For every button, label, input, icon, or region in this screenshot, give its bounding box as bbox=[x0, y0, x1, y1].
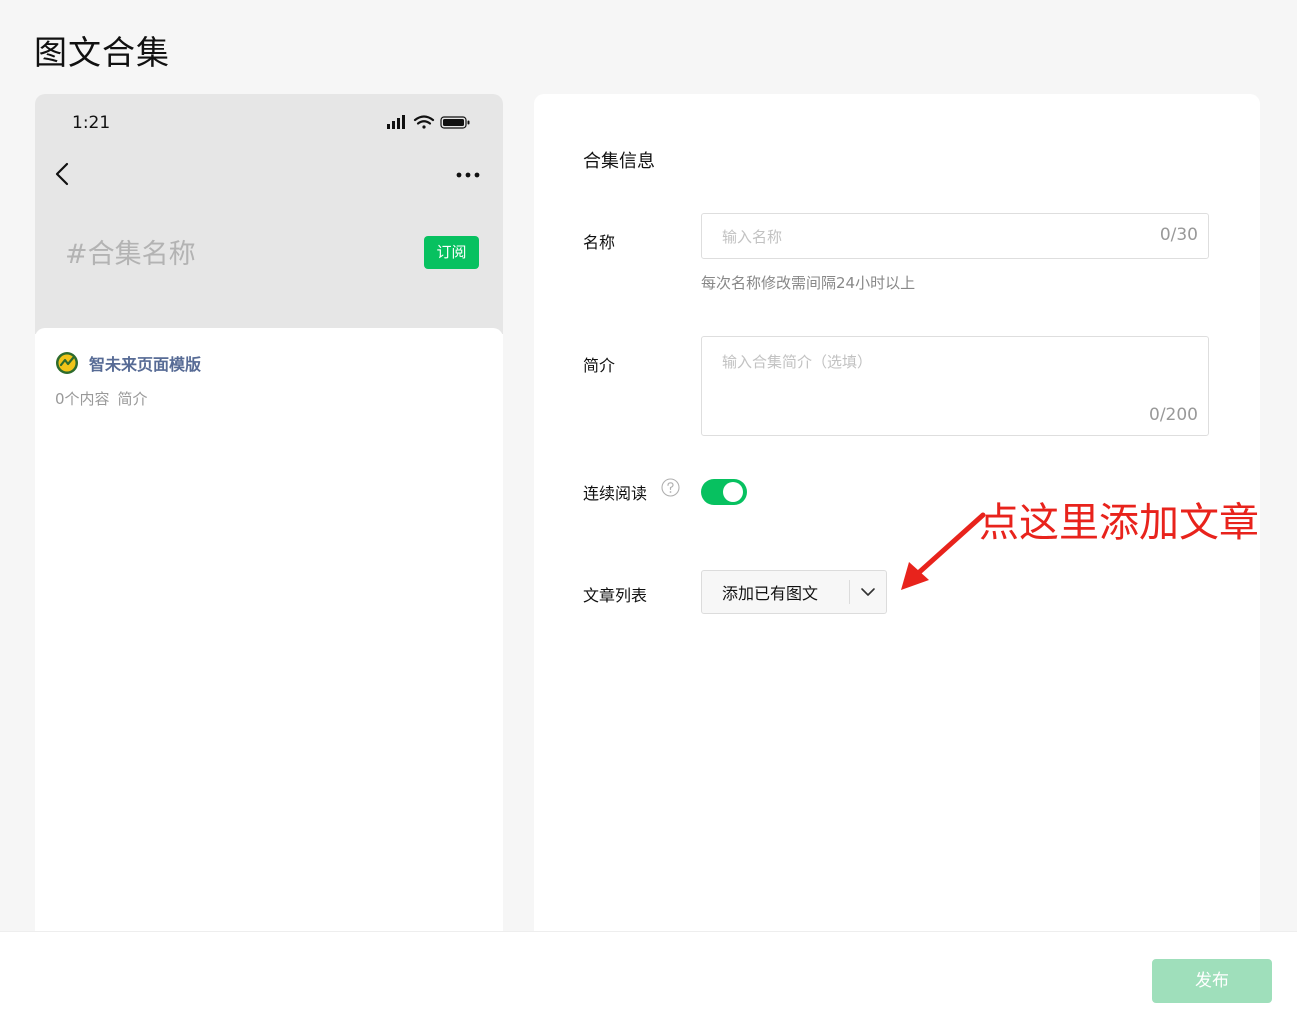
back-icon[interactable] bbox=[53, 162, 73, 186]
intro-label: 简介 bbox=[583, 356, 616, 375]
account-name[interactable]: 智未来页面模版 bbox=[89, 351, 201, 375]
intro-textarea[interactable]: 输入合集简介（选填） 0/200 bbox=[701, 336, 1209, 436]
more-icon[interactable] bbox=[455, 170, 481, 180]
footer-bar: 发布 bbox=[0, 931, 1297, 1018]
collection-name-preview: #合集名称 bbox=[65, 239, 196, 270]
phone-preview: 1:21 #合集名称 订阅 智未来页面模版 0个内容 简介 bbox=[35, 94, 503, 931]
chevron-down-icon[interactable] bbox=[850, 571, 886, 613]
name-placeholder: 输入名称 bbox=[722, 228, 783, 246]
subscribe-button[interactable]: 订阅 bbox=[424, 236, 479, 269]
account-avatar-icon bbox=[56, 352, 78, 374]
publish-button[interactable]: 发布 bbox=[1152, 959, 1272, 1003]
signal-icon bbox=[387, 115, 405, 129]
continuous-read-toggle[interactable] bbox=[701, 479, 747, 505]
name-input[interactable]: 输入名称 0/30 bbox=[701, 213, 1209, 259]
wifi-icon bbox=[413, 115, 435, 129]
name-counter: 0/30 bbox=[1159, 225, 1198, 245]
collection-meta: 0个内容 简介 bbox=[55, 388, 148, 409]
account-row: 智未来页面模版 bbox=[55, 350, 201, 376]
annotation-arrow-icon bbox=[901, 512, 986, 590]
status-time: 1:21 bbox=[72, 113, 111, 133]
add-article-label: 添加已有图文 bbox=[722, 584, 819, 603]
status-bar-icons bbox=[387, 115, 470, 129]
annotation-text: 点这里添加文章 bbox=[979, 500, 1259, 546]
add-article-dropdown[interactable]: 添加已有图文 bbox=[701, 570, 887, 614]
toggle-knob bbox=[723, 482, 743, 502]
page-title: 图文合集 bbox=[34, 33, 170, 72]
help-icon[interactable] bbox=[661, 478, 680, 497]
preview-body: 智未来页面模版 0个内容 简介 bbox=[35, 328, 503, 931]
intro-placeholder: 输入合集简介（选填） bbox=[722, 353, 873, 371]
content-count: 0个内容 bbox=[55, 390, 110, 408]
intro-counter: 0/200 bbox=[1149, 405, 1198, 425]
section-title: 合集信息 bbox=[583, 151, 655, 172]
name-hint: 每次名称修改需间隔24小时以上 bbox=[701, 274, 916, 292]
preview-header: 1:21 #合集名称 订阅 bbox=[35, 94, 503, 334]
battery-icon bbox=[440, 116, 470, 129]
article-list-label: 文章列表 bbox=[583, 586, 648, 605]
name-label: 名称 bbox=[583, 233, 616, 252]
continuous-read-label: 连续阅读 bbox=[583, 484, 648, 503]
intro-text: 简介 bbox=[117, 390, 148, 408]
